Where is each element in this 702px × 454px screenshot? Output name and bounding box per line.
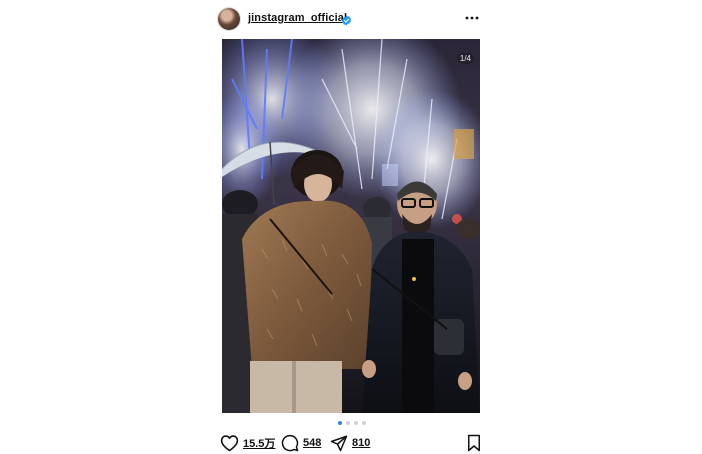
carousel-dot[interactable]	[346, 421, 350, 425]
heart-icon[interactable]	[220, 434, 239, 452]
carousel-dot[interactable]	[338, 421, 342, 425]
bookmark-icon[interactable]	[466, 434, 482, 452]
carousel-indicator	[338, 421, 366, 427]
share-count[interactable]: 810	[352, 437, 370, 449]
share-button[interactable]: 810	[330, 433, 370, 453]
paper-plane-icon[interactable]	[330, 434, 348, 452]
post-header: jinstagram_official	[218, 8, 484, 32]
comment-button[interactable]: 548	[281, 433, 321, 453]
like-button[interactable]: 15.5万	[220, 433, 275, 453]
comment-count[interactable]: 548	[303, 437, 321, 449]
post-actions: 15.5万 548 810	[220, 433, 482, 453]
avatar[interactable]	[218, 8, 240, 30]
more-options-icon[interactable]	[464, 10, 480, 26]
save-button[interactable]	[466, 433, 482, 453]
like-count[interactable]: 15.5万	[243, 435, 275, 451]
image-counter: 1/4	[456, 53, 474, 64]
verified-badge-icon	[341, 13, 352, 26]
post-photo[interactable]: 1/4	[222, 39, 480, 413]
instagram-post: jinstagram_official 1/4 15.5万 548 810	[0, 0, 702, 454]
username-link[interactable]: jinstagram_official	[248, 12, 347, 24]
comment-icon[interactable]	[281, 434, 299, 452]
carousel-dot[interactable]	[354, 421, 358, 425]
carousel-dot[interactable]	[362, 421, 366, 425]
